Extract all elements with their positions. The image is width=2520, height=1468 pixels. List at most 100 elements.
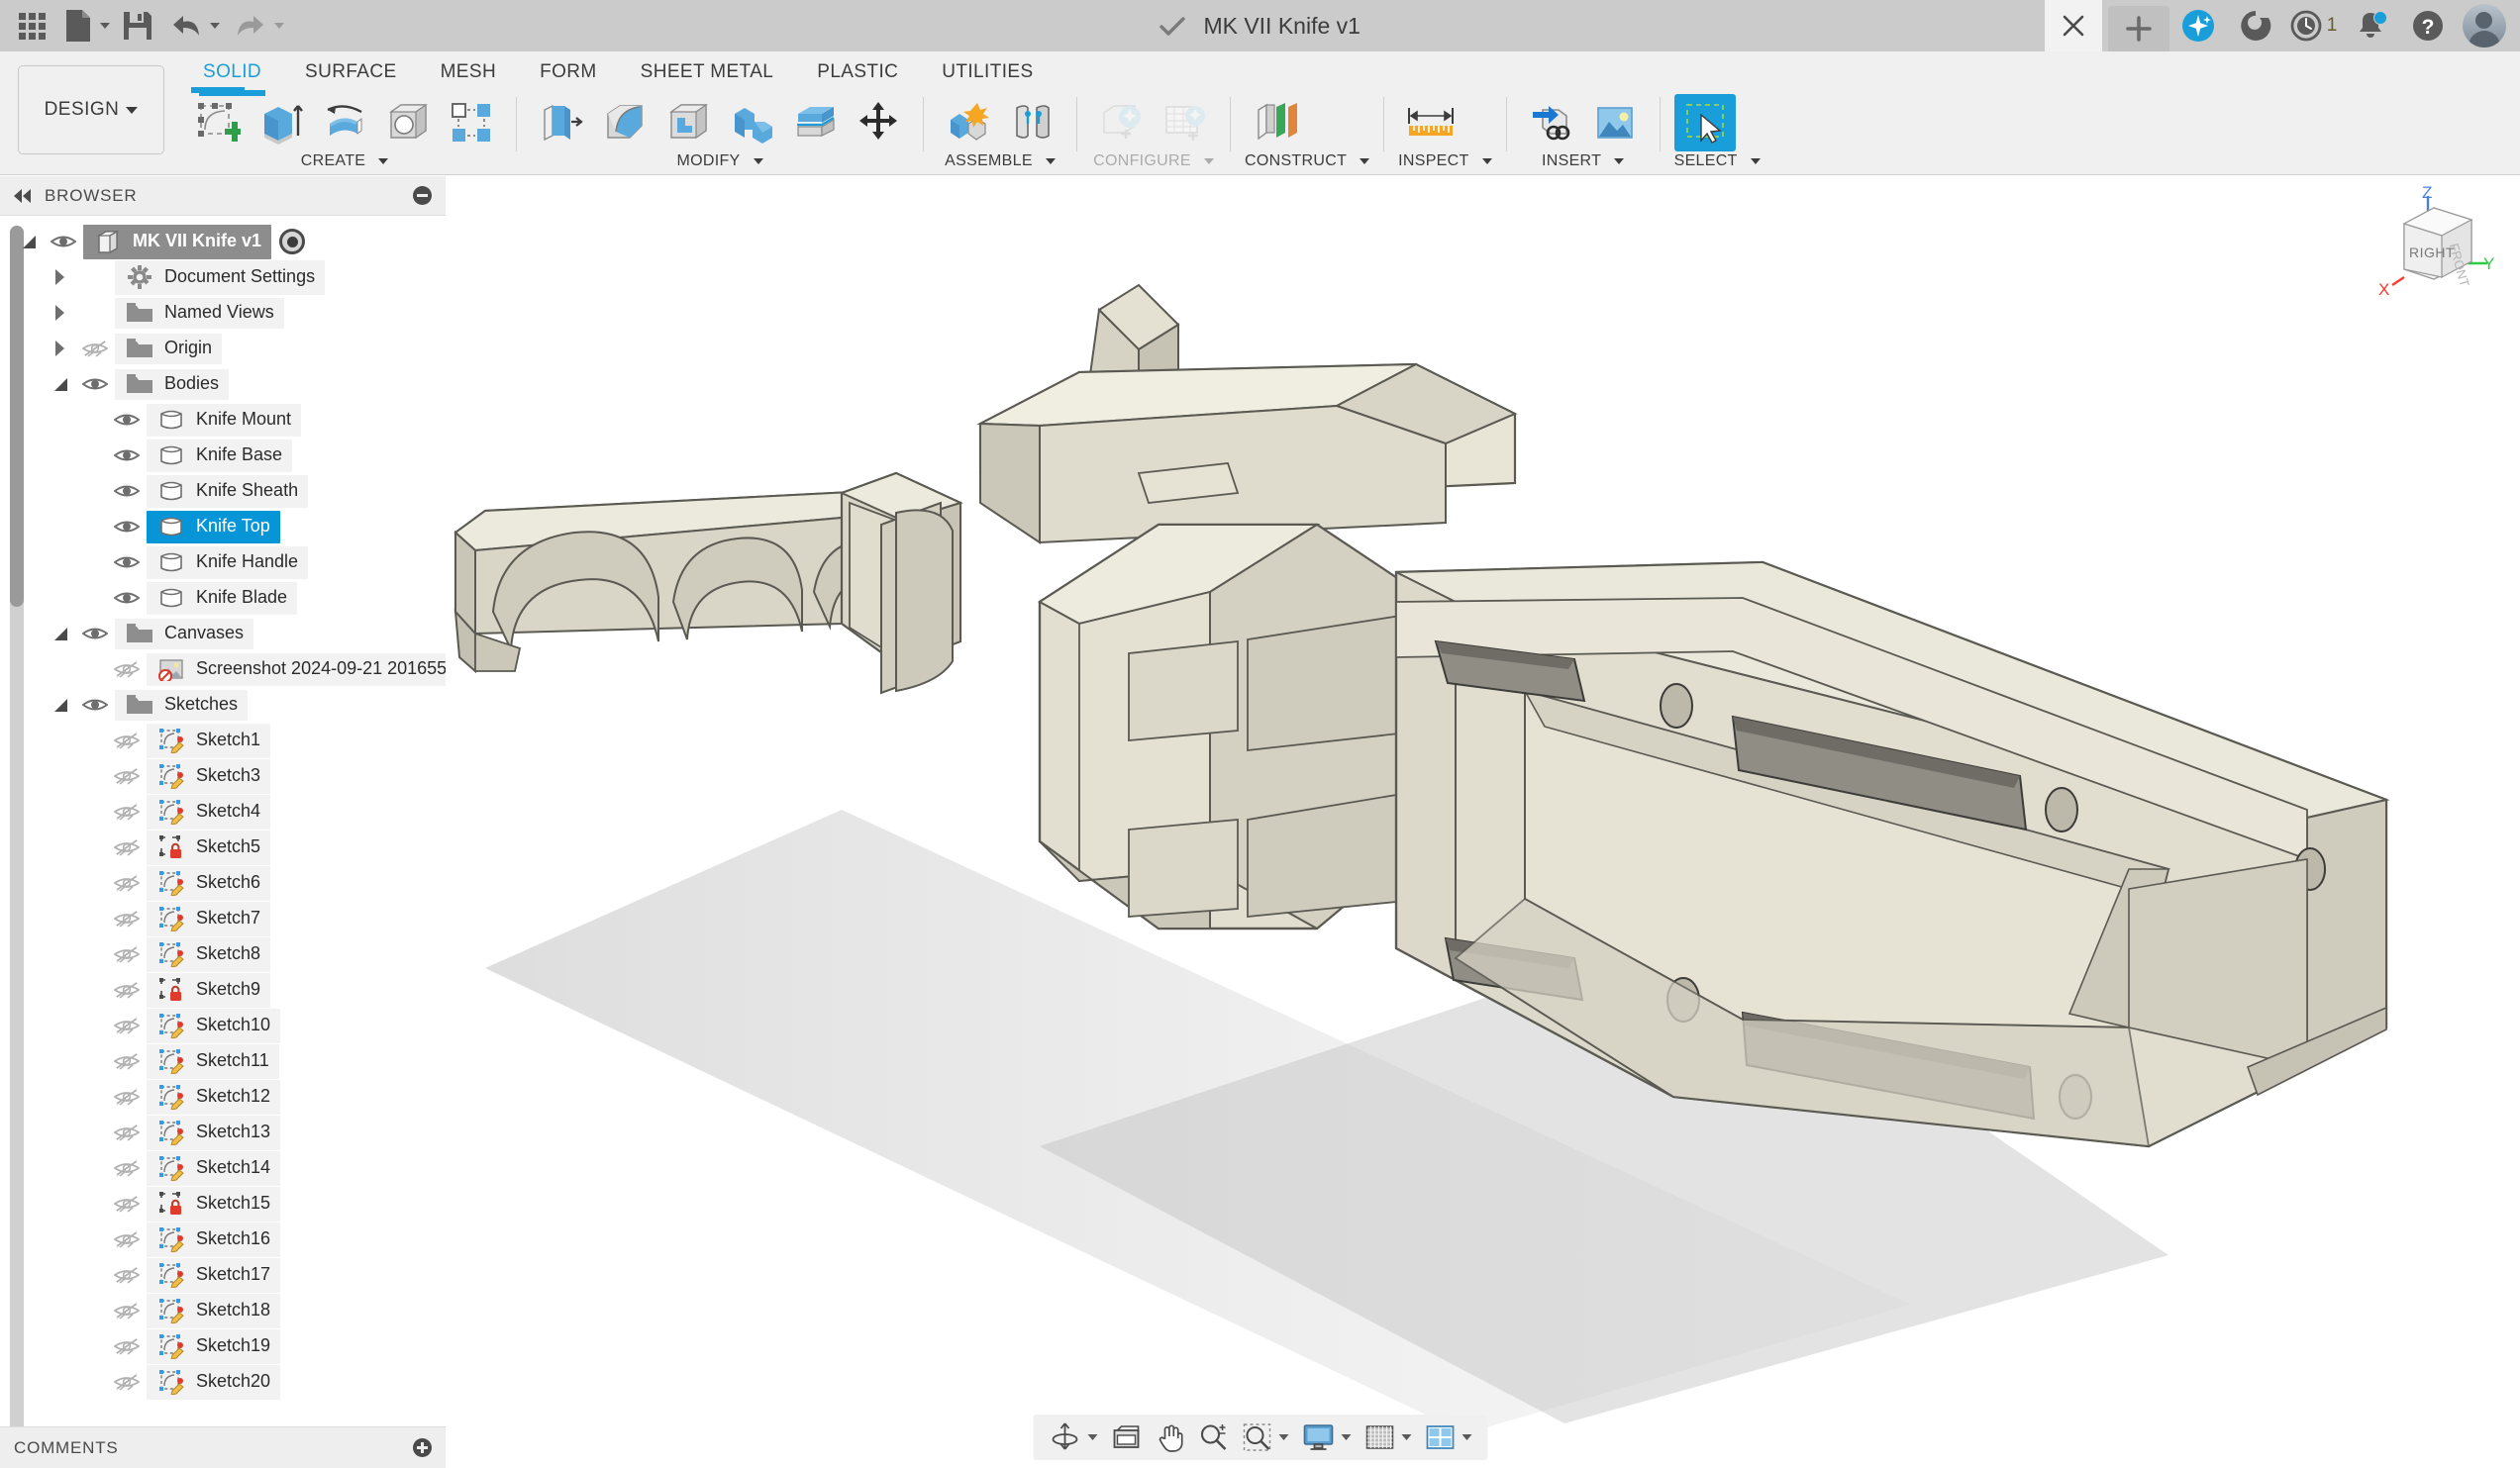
workspace-selector[interactable]: DESIGN	[18, 65, 164, 154]
measure-icon[interactable]	[1398, 94, 1463, 151]
close-icon[interactable]	[2045, 0, 2102, 51]
visibility-toggle-hidden[interactable]	[107, 767, 147, 785]
visibility-toggle-visible[interactable]	[107, 411, 147, 429]
visibility-toggle-hidden[interactable]	[107, 910, 147, 928]
panel-construct-label[interactable]: CONSTRUCT	[1245, 152, 1369, 175]
tree-item-document-settings[interactable]: Document Settings	[0, 259, 446, 295]
expander-toggle[interactable]	[14, 236, 44, 248]
visibility-toggle-visible[interactable]	[75, 375, 115, 393]
offset-plane-icon[interactable]	[1245, 94, 1310, 151]
tree-item-sketch20[interactable]: Sketch20	[0, 1364, 446, 1400]
split-face-icon[interactable]	[784, 94, 846, 151]
visibility-toggle-hidden[interactable]	[107, 981, 147, 999]
joint-icon[interactable]	[1001, 94, 1062, 151]
expander-toggle[interactable]	[46, 699, 75, 712]
zoom-window-icon[interactable]	[1236, 1418, 1294, 1457]
tab-mesh[interactable]: MESH	[419, 51, 519, 91]
orbit-icon[interactable]	[1043, 1418, 1103, 1457]
visibility-toggle-visible[interactable]	[107, 518, 147, 536]
tree-item-knife-handle[interactable]: Knife Handle	[0, 544, 446, 580]
tree-item-sketch9[interactable]: Sketch9	[0, 972, 446, 1008]
tree-item-sketch6[interactable]: Sketch6	[0, 865, 446, 901]
panel-select-label[interactable]: SELECT	[1674, 152, 1761, 175]
panel-inspect-label[interactable]: INSPECT	[1398, 152, 1491, 175]
help-icon[interactable]: ?	[2399, 0, 2457, 51]
tree-item-sketch17[interactable]: Sketch17	[0, 1257, 446, 1293]
select-tool-icon[interactable]	[1674, 94, 1736, 151]
tree-item-sketch13[interactable]: Sketch13	[0, 1115, 446, 1150]
visibility-toggle-visible[interactable]	[107, 589, 147, 607]
new-tab-button[interactable]	[2108, 6, 2169, 51]
tree-item-sketch12[interactable]: Sketch12	[0, 1079, 446, 1115]
save-icon[interactable]	[116, 4, 159, 48]
expander-toggle[interactable]	[46, 341, 75, 356]
tree-item-knife-base[interactable]: Knife Base	[0, 438, 446, 473]
tree-item-sketch3[interactable]: Sketch3	[0, 758, 446, 794]
shell-icon[interactable]	[657, 94, 719, 151]
visibility-toggle-visible[interactable]	[107, 553, 147, 571]
tree-item-sketches[interactable]: Sketches	[0, 687, 446, 723]
visibility-toggle-hidden[interactable]	[107, 1230, 147, 1248]
tree-item-sketch10[interactable]: Sketch10	[0, 1008, 446, 1043]
visibility-toggle-visible[interactable]	[107, 446, 147, 464]
panel-insert-label[interactable]: INSERT	[1521, 152, 1646, 175]
avatar[interactable]	[2463, 4, 2506, 48]
tree-item-origin[interactable]: Origin	[0, 331, 446, 366]
minimize-icon[interactable]	[413, 186, 432, 205]
tree-item-sketch15[interactable]: Sketch15	[0, 1186, 446, 1222]
visibility-toggle-hidden[interactable]	[107, 1159, 147, 1177]
visibility-toggle-visible[interactable]	[107, 482, 147, 500]
tab-sheet-metal[interactable]: SHEET METAL	[619, 51, 796, 91]
tree-item-knife-top[interactable]: Knife Top	[0, 509, 446, 544]
app-grid-icon[interactable]	[10, 4, 53, 48]
visibility-toggle-hidden[interactable]	[107, 1266, 147, 1284]
expander-toggle[interactable]	[46, 269, 75, 285]
tab-form[interactable]: FORM	[518, 51, 619, 91]
collapse-left-icon[interactable]	[14, 189, 31, 203]
create-sketch-icon[interactable]	[187, 94, 249, 151]
new-component-icon[interactable]	[938, 94, 999, 151]
visibility-toggle-hidden[interactable]	[107, 1302, 147, 1320]
tree-item-canvases[interactable]: Canvases	[0, 616, 446, 651]
pan-icon[interactable]	[1149, 1418, 1190, 1457]
tree-item-knife-sheath[interactable]: Knife Sheath	[0, 473, 446, 509]
undo-icon[interactable]	[161, 4, 224, 48]
panel-create-label[interactable]: CREATE	[187, 152, 502, 175]
tree-item-mk-vii-knife-v1[interactable]: MK VII Knife v1	[0, 224, 446, 259]
press-pull-icon[interactable]	[531, 94, 592, 151]
tab-plastic[interactable]: PLASTIC	[795, 51, 920, 91]
tree-item-sketch16[interactable]: Sketch16	[0, 1222, 446, 1257]
visibility-toggle-hidden[interactable]	[107, 838, 147, 856]
extension-icon[interactable]	[2227, 0, 2284, 51]
visibility-toggle-hidden[interactable]	[107, 1088, 147, 1106]
redo-icon[interactable]	[226, 4, 288, 48]
fillet-icon[interactable]	[594, 94, 655, 151]
panel-modify-label[interactable]: MODIFY	[531, 152, 909, 175]
visibility-toggle-hidden[interactable]	[107, 660, 147, 678]
activate-component-radio[interactable]	[279, 229, 305, 254]
job-status-icon[interactable]: 1	[2284, 0, 2342, 51]
tree-item-screenshot-2024-09-21-201655[interactable]: Screenshot 2024-09-21 201655	[0, 651, 446, 687]
ai-sparkle-icon[interactable]	[2169, 0, 2227, 51]
hole-icon[interactable]	[377, 94, 439, 151]
tab-solid[interactable]: SOLID	[181, 51, 283, 91]
expander-toggle[interactable]	[46, 378, 75, 391]
visibility-toggle-hidden[interactable]	[107, 1124, 147, 1141]
visibility-toggle-hidden[interactable]	[107, 1337, 147, 1355]
tree-item-sketch19[interactable]: Sketch19	[0, 1328, 446, 1364]
extrude-icon[interactable]	[251, 94, 312, 151]
add-comment-icon[interactable]	[413, 1438, 432, 1457]
visibility-toggle-hidden[interactable]	[107, 732, 147, 749]
pattern-icon[interactable]	[441, 94, 502, 151]
tree-item-knife-mount[interactable]: Knife Mount	[0, 402, 446, 438]
visibility-toggle-hidden[interactable]	[75, 340, 115, 357]
display-settings-icon[interactable]	[1296, 1418, 1357, 1457]
tree-item-named-views[interactable]: Named Views	[0, 295, 446, 331]
visibility-toggle-visible[interactable]	[75, 625, 115, 642]
insert-derive-icon[interactable]	[1521, 94, 1582, 151]
tree-item-sketch11[interactable]: Sketch11	[0, 1043, 446, 1079]
tree-item-sketch4[interactable]: Sketch4	[0, 794, 446, 830]
zoom-icon[interactable]	[1192, 1418, 1234, 1457]
grid-and-snaps-icon[interactable]	[1359, 1418, 1417, 1457]
tree-item-knife-blade[interactable]: Knife Blade	[0, 580, 446, 616]
